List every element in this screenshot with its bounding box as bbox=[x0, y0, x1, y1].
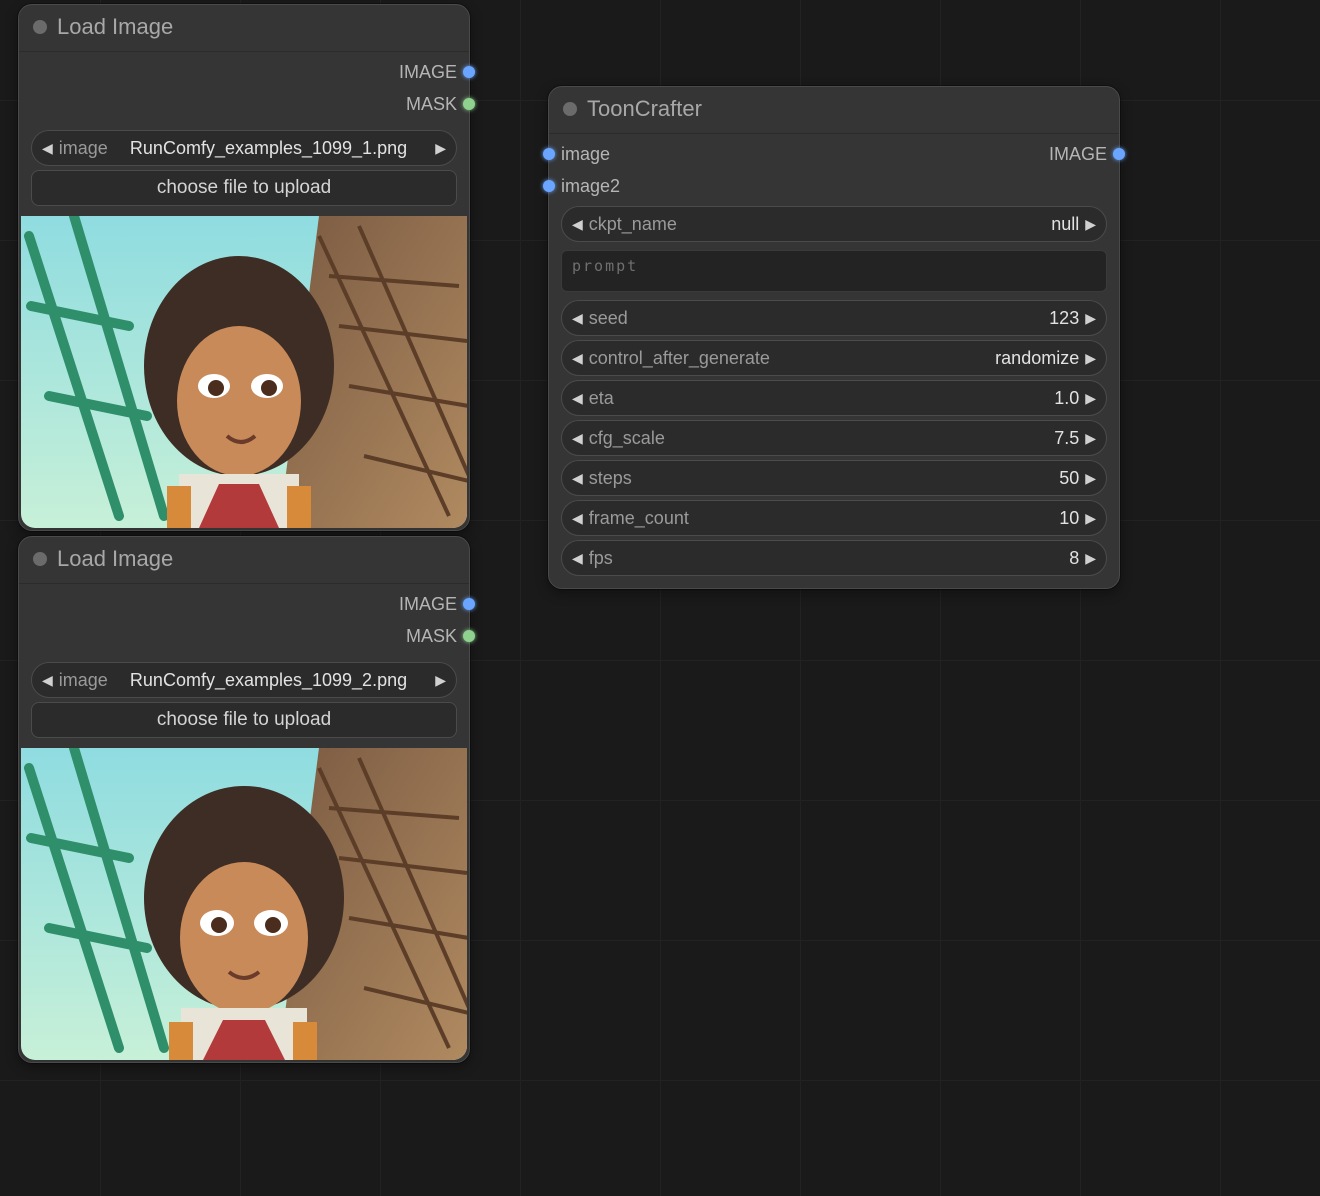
node-load-image-1[interactable]: Load Image IMAGE MASK ◀ image RunComfy_e… bbox=[18, 4, 470, 531]
chevron-left-icon[interactable]: ◀ bbox=[572, 470, 583, 487]
upload-button[interactable]: choose file to upload bbox=[31, 170, 457, 206]
port-pin-icon[interactable] bbox=[463, 598, 475, 610]
port-pin-icon[interactable] bbox=[1113, 148, 1125, 160]
param-label: frame_count bbox=[589, 508, 689, 529]
collapse-dot-icon[interactable] bbox=[33, 20, 47, 34]
input-port-image2[interactable]: image2 bbox=[561, 172, 1107, 200]
port-pin-icon[interactable] bbox=[463, 66, 475, 78]
node-title: Load Image bbox=[57, 546, 173, 572]
node-header[interactable]: Load Image bbox=[19, 537, 469, 584]
chevron-right-icon[interactable]: ▶ bbox=[1085, 430, 1096, 447]
ckpt-name-selector[interactable]: ◀ ckpt_name null ▶ bbox=[561, 206, 1107, 242]
param-label: cfg_scale bbox=[589, 428, 665, 449]
param-value: 7.5 bbox=[1054, 428, 1079, 449]
node-header[interactable]: ToonCrafter bbox=[549, 87, 1119, 134]
chevron-left-icon[interactable]: ◀ bbox=[572, 350, 583, 367]
collapse-dot-icon[interactable] bbox=[33, 552, 47, 566]
node-tooncrafter[interactable]: ToonCrafter image IMAGE image2 ◀ ckpt_na… bbox=[548, 86, 1120, 589]
chevron-left-icon[interactable]: ◀ bbox=[572, 310, 583, 327]
output-port-mask[interactable]: MASK bbox=[31, 622, 457, 650]
node-title: Load Image bbox=[57, 14, 173, 40]
input-port-image[interactable]: image IMAGE bbox=[561, 140, 1107, 168]
port-pin-icon[interactable] bbox=[463, 98, 475, 110]
param-value: 1.0 bbox=[1054, 388, 1079, 409]
chevron-right-icon[interactable]: ▶ bbox=[1085, 216, 1096, 233]
param-label: eta bbox=[589, 388, 614, 409]
param-label: steps bbox=[589, 468, 632, 489]
image-file-selector[interactable]: ◀ image RunComfy_examples_1099_1.png ▶ bbox=[31, 130, 457, 166]
param-value: 123 bbox=[1049, 308, 1079, 329]
chevron-right-icon[interactable]: ▶ bbox=[435, 672, 446, 689]
chevron-right-icon[interactable]: ▶ bbox=[435, 140, 446, 157]
param-value: 8 bbox=[1069, 548, 1079, 569]
param-control-after-generate[interactable]: ◀ control_after_generate randomize ▶ bbox=[561, 340, 1107, 376]
param-fps[interactable]: ◀ fps 8 ▶ bbox=[561, 540, 1107, 576]
image-file-selector[interactable]: ◀ image RunComfy_examples_1099_2.png ▶ bbox=[31, 662, 457, 698]
node-title: ToonCrafter bbox=[587, 96, 702, 122]
param-value: randomize bbox=[995, 348, 1079, 369]
param-value: 10 bbox=[1059, 508, 1079, 529]
param-cfg-scale[interactable]: ◀ cfg_scale 7.5 ▶ bbox=[561, 420, 1107, 456]
port-pin-icon[interactable] bbox=[463, 630, 475, 642]
chevron-left-icon[interactable]: ◀ bbox=[572, 216, 583, 233]
param-eta[interactable]: ◀ eta 1.0 ▶ bbox=[561, 380, 1107, 416]
param-seed[interactable]: ◀ seed 123 ▶ bbox=[561, 300, 1107, 336]
chevron-left-icon[interactable]: ◀ bbox=[572, 550, 583, 567]
chevron-right-icon[interactable]: ▶ bbox=[1085, 390, 1096, 407]
output-port-image[interactable]: IMAGE bbox=[31, 590, 457, 618]
chevron-left-icon[interactable]: ◀ bbox=[572, 430, 583, 447]
chevron-right-icon[interactable]: ▶ bbox=[1085, 310, 1096, 327]
upload-button[interactable]: choose file to upload bbox=[31, 702, 457, 738]
chevron-left-icon[interactable]: ◀ bbox=[572, 510, 583, 527]
param-frame-count[interactable]: ◀ frame_count 10 ▶ bbox=[561, 500, 1107, 536]
chevron-left-icon[interactable]: ◀ bbox=[42, 672, 53, 689]
param-value: 50 bbox=[1059, 468, 1079, 489]
prompt-input[interactable]: prompt bbox=[561, 250, 1107, 292]
chevron-right-icon[interactable]: ▶ bbox=[1085, 510, 1096, 527]
image-preview bbox=[21, 748, 467, 1060]
param-label: fps bbox=[589, 548, 613, 569]
output-port-mask[interactable]: MASK bbox=[31, 90, 457, 118]
chevron-right-icon[interactable]: ▶ bbox=[1085, 470, 1096, 487]
node-load-image-2[interactable]: Load Image IMAGE MASK ◀ image RunComfy_e… bbox=[18, 536, 470, 1063]
chevron-right-icon[interactable]: ▶ bbox=[1085, 550, 1096, 567]
output-port-image[interactable]: IMAGE bbox=[31, 58, 457, 86]
param-steps[interactable]: ◀ steps 50 ▶ bbox=[561, 460, 1107, 496]
image-preview bbox=[21, 216, 467, 528]
port-pin-icon[interactable] bbox=[543, 148, 555, 160]
port-pin-icon[interactable] bbox=[543, 180, 555, 192]
chevron-left-icon[interactable]: ◀ bbox=[572, 390, 583, 407]
param-label: seed bbox=[589, 308, 628, 329]
chevron-left-icon[interactable]: ◀ bbox=[42, 140, 53, 157]
collapse-dot-icon[interactable] bbox=[563, 102, 577, 116]
node-header[interactable]: Load Image bbox=[19, 5, 469, 52]
param-label: control_after_generate bbox=[589, 348, 770, 369]
chevron-right-icon[interactable]: ▶ bbox=[1085, 350, 1096, 367]
